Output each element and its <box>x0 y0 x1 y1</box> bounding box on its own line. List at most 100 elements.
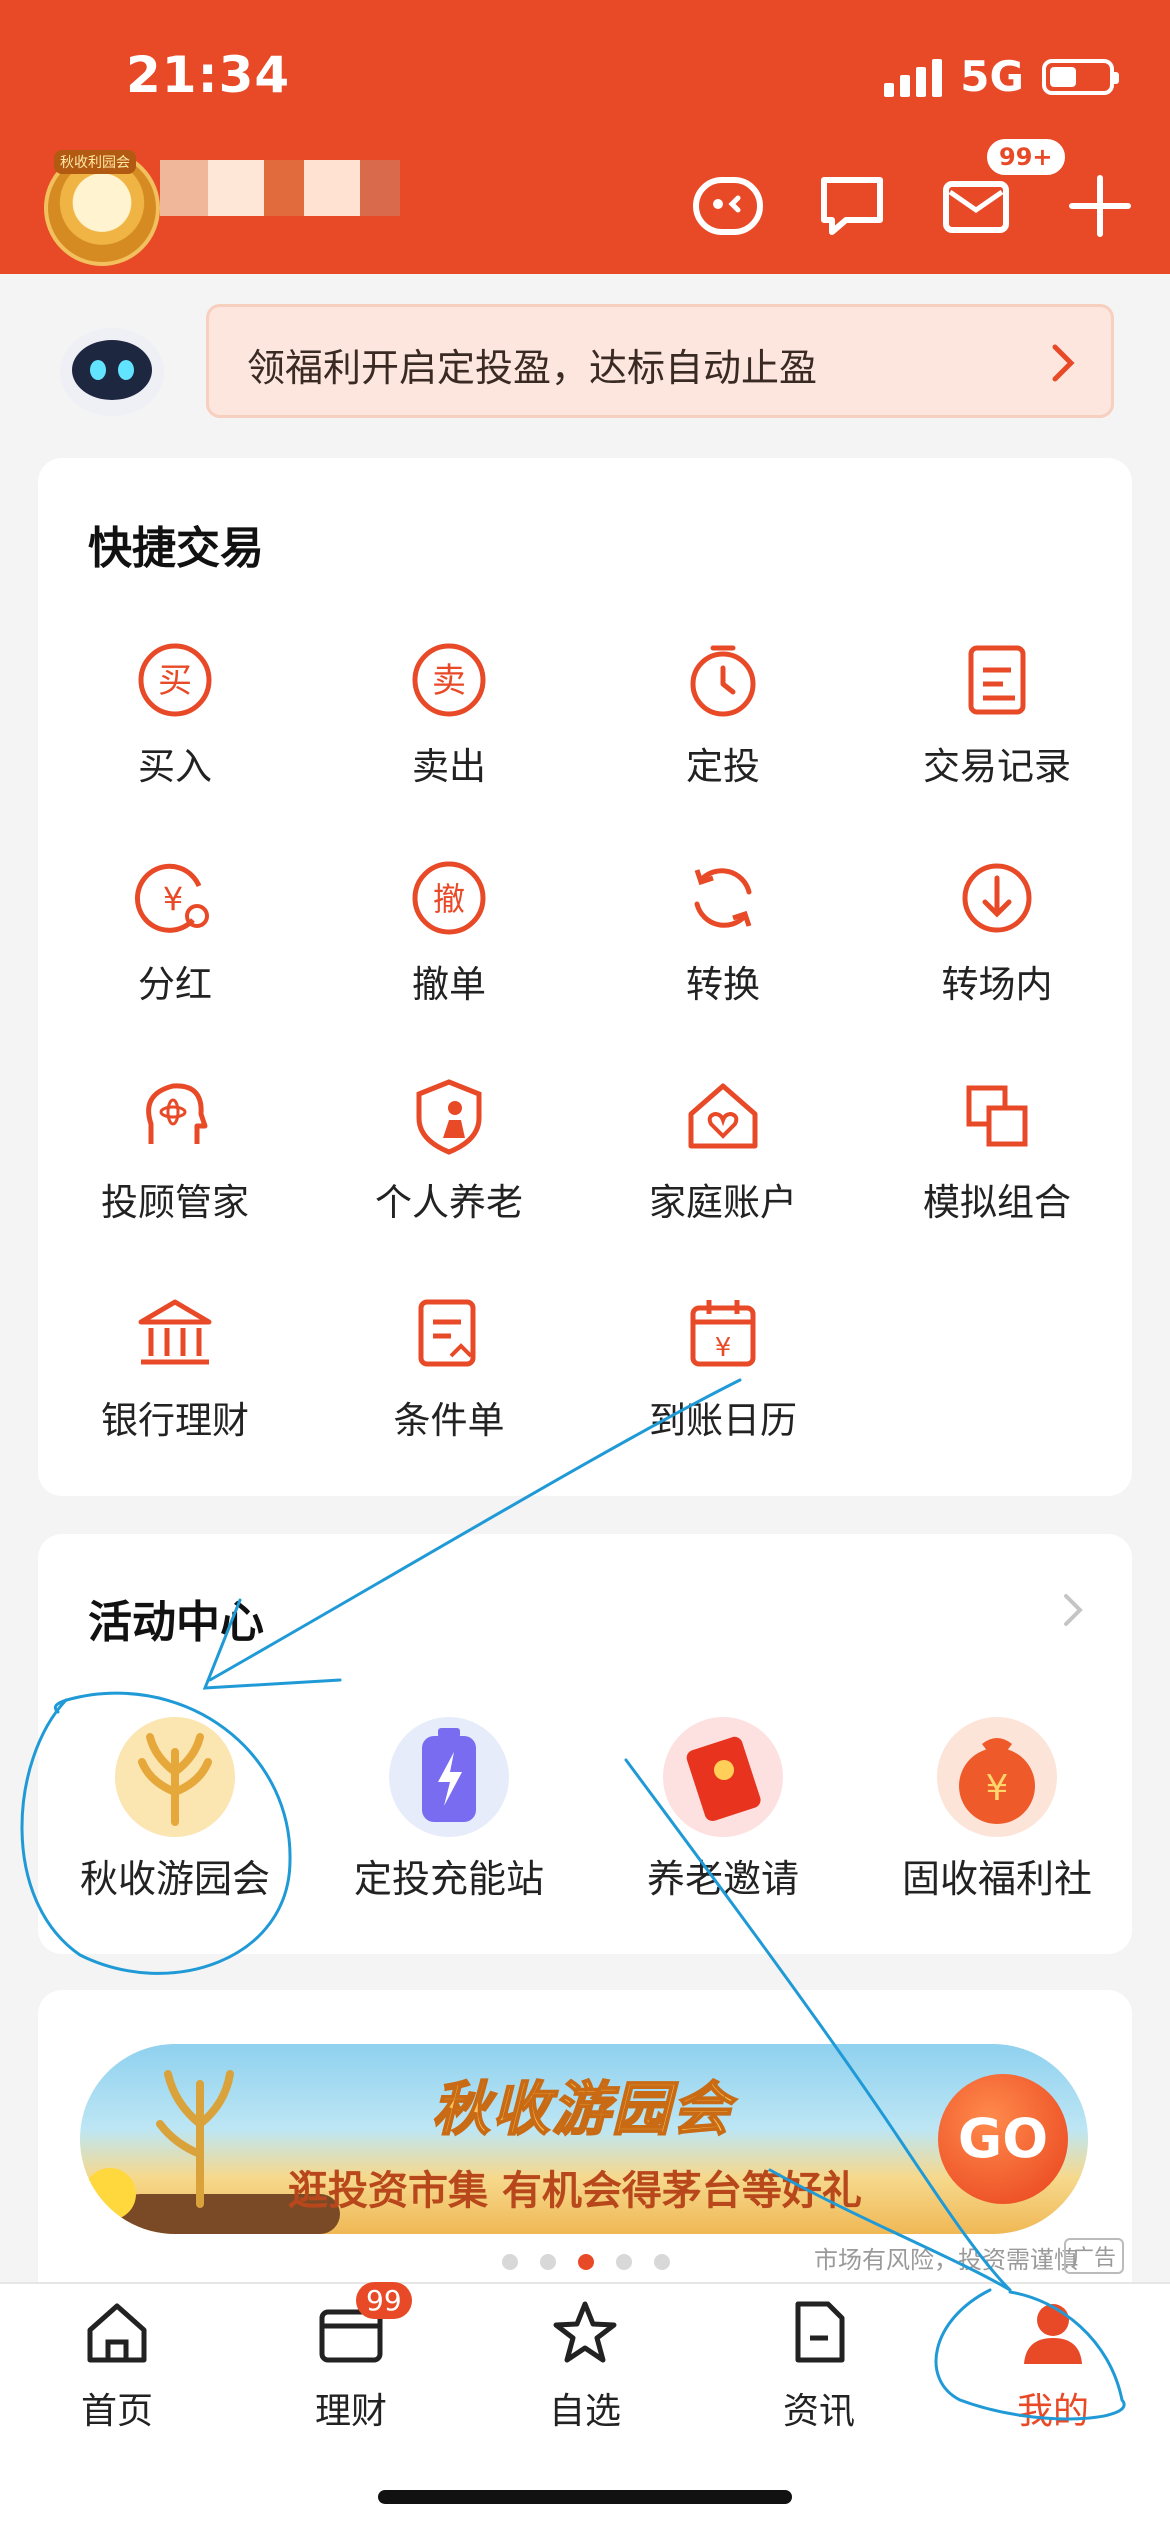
quick-trade-item[interactable]: 买买入 <box>38 638 312 790</box>
advisor-icon <box>133 1074 217 1158</box>
quick-trade-label: 转场内 <box>941 963 1053 1006</box>
header-actions: 99+ <box>692 136 1136 242</box>
svg-text:买: 买 <box>158 661 192 701</box>
activity-label: 定投充能站 <box>353 1857 544 1901</box>
status-time: 21:34 <box>126 46 291 104</box>
quick-trade-item[interactable]: 投顾管家 <box>38 1074 312 1226</box>
profile-icon <box>1018 2298 1088 2368</box>
robot-assistant-icon[interactable] <box>56 320 168 420</box>
activity-label: 秋收游园会 <box>79 1857 270 1901</box>
quick-trade-label: 分红 <box>138 963 212 1006</box>
section-title: 快捷交易 <box>88 523 264 574</box>
banner-subtitle: 逛投资市集 有机会得茅台等好礼 <box>288 2168 862 2214</box>
status-indicators: 5G <box>884 52 1119 101</box>
activity-item[interactable]: 养老邀请 <box>586 1712 860 1903</box>
banner-title: 秋收游园会 <box>431 2074 733 2144</box>
timer-icon <box>681 638 765 722</box>
quick-trade-item[interactable]: ¥ 分红 <box>38 856 312 1008</box>
quick-trade-item[interactable]: 转场内 <box>860 856 1134 1008</box>
app-header: 21:34 5G 秋收利园会 99+ <box>0 0 1170 274</box>
risk-disclaimer: 市场有风险，投资需谨慎 <box>814 2246 1078 2274</box>
tab-label: 自选 <box>548 2391 621 2432</box>
quick-trade-label: 买入 <box>138 745 212 788</box>
home-icon <box>82 2298 152 2368</box>
quick-trade-label: 条件单 <box>393 1399 505 1442</box>
activity-item[interactable]: ¥ 固收福利社 <box>860 1712 1134 1903</box>
message-badge: 99+ <box>984 136 1068 178</box>
bank-icon <box>133 1292 217 1376</box>
quick-trade-label: 撤单 <box>412 963 486 1006</box>
transfer-in-icon <box>955 856 1039 940</box>
quick-trade-item[interactable]: 定投 <box>586 638 860 790</box>
signal-icon <box>884 57 943 97</box>
carousel-dot-active[interactable] <box>578 2254 594 2270</box>
tab-label: 理财 <box>314 2391 387 2432</box>
mail-icon[interactable]: 99+ <box>940 136 1068 242</box>
condition-order-icon <box>407 1292 491 1376</box>
quick-trade-label: 银行理财 <box>101 1399 249 1442</box>
network-type: 5G <box>960 52 1024 101</box>
chat-icon[interactable] <box>816 170 888 242</box>
money-bag-icon: ¥ <box>932 1712 1062 1842</box>
notice-bar: 领福利开启定投盈，达标自动止盈 <box>0 290 1170 430</box>
quick-trade-item[interactable]: 卖卖出 <box>312 638 586 790</box>
avatar-badge: 秋收利园会 <box>54 150 136 174</box>
simulation-icon <box>955 1074 1039 1158</box>
activity-label: 固收福利社 <box>901 1857 1092 1901</box>
chevron-right-icon <box>1051 343 1075 387</box>
red-envelope-icon <box>658 1712 788 1842</box>
quick-trade-label: 转换 <box>686 963 760 1006</box>
chevron-right-icon[interactable] <box>1062 1592 1084 1632</box>
quick-trade-label: 家庭账户 <box>649 1181 797 1224</box>
tab-wealth[interactable]: 99 理财 <box>234 2282 468 2434</box>
notice-banner[interactable]: 领福利开启定投盈，达标自动止盈 <box>206 304 1114 418</box>
star-icon <box>550 2298 620 2368</box>
avatar[interactable]: 秋收利园会 <box>44 150 160 266</box>
quick-trade-item[interactable]: 家庭账户 <box>586 1074 860 1226</box>
carousel-dot[interactable] <box>654 2254 670 2270</box>
quick-trade-label: 交易记录 <box>923 745 1071 788</box>
carousel-dot[interactable] <box>616 2254 632 2270</box>
carousel-dot[interactable] <box>502 2254 518 2270</box>
notice-text: 领福利开启定投盈，达标自动止盈 <box>247 346 818 390</box>
svg-text:¥: ¥ <box>715 1333 732 1363</box>
svg-text:¥: ¥ <box>986 1768 1009 1809</box>
section-title: 活动中心 <box>88 1597 264 1648</box>
quick-trade-item[interactable]: 交易记录 <box>860 638 1134 790</box>
quick-trade-label: 到账日历 <box>649 1399 797 1442</box>
activity-item[interactable]: 定投充能站 <box>312 1712 586 1903</box>
ad-label: 广告 <box>1063 2238 1124 2274</box>
quick-trade-card: 快捷交易 买买入卖卖出 定投 交易记录 ¥ 分红撤撤单 转换 转场内 投顾管家 个人养老 家庭账户… <box>38 458 1132 1496</box>
quick-trade-label: 模拟组合 <box>923 1181 1071 1224</box>
tab-profile[interactable]: 我的 <box>936 2298 1170 2434</box>
service-icon[interactable] <box>692 170 764 242</box>
quick-trade-label: 投顾管家 <box>101 1181 249 1224</box>
quick-trade-item[interactable]: 撤撤单 <box>312 856 586 1008</box>
tab-badge: 99 <box>356 2282 412 2319</box>
sell-icon: 卖 <box>407 638 491 722</box>
buy-icon: 买 <box>133 638 217 722</box>
quick-trade-item[interactable]: 转换 <box>586 856 860 1008</box>
tab-watchlist[interactable]: 自选 <box>468 2298 702 2434</box>
quick-trade-item[interactable]: 条件单 <box>312 1292 586 1444</box>
quick-trade-item[interactable]: 个人养老 <box>312 1074 586 1226</box>
battery-icon <box>384 1712 514 1842</box>
home-indicator[interactable] <box>378 2490 792 2504</box>
go-button[interactable]: GO <box>938 2074 1068 2204</box>
quick-trade-item[interactable]: 模拟组合 <box>860 1074 1134 1226</box>
tab-label: 资讯 <box>782 2391 855 2432</box>
svg-text:卖: 卖 <box>432 661 466 701</box>
tab-label: 我的 <box>1016 2391 1089 2432</box>
plus-icon[interactable] <box>1064 170 1136 242</box>
user-name-blurred <box>160 160 400 216</box>
quick-trade-item[interactable]: 银行理财 <box>38 1292 312 1444</box>
promo-banner[interactable]: 秋收游园会 逛投资市集 有机会得茅台等好礼 GO <box>80 2044 1088 2234</box>
tab-home[interactable]: 首页 <box>0 2298 234 2434</box>
quick-trade-item[interactable]: ¥ 到账日历 <box>586 1292 860 1444</box>
activity-label: 养老邀请 <box>646 1857 799 1901</box>
tab-news[interactable]: 资讯 <box>702 2298 936 2434</box>
activity-card: 活动中心 秋收游园会 定投充能站 养老邀请 ¥ 固收福利社 <box>38 1534 1132 1954</box>
carousel-dot[interactable] <box>540 2254 556 2270</box>
activity-item[interactable]: 秋收游园会 <box>38 1712 312 1903</box>
cancel-order-icon: 撤 <box>407 856 491 940</box>
